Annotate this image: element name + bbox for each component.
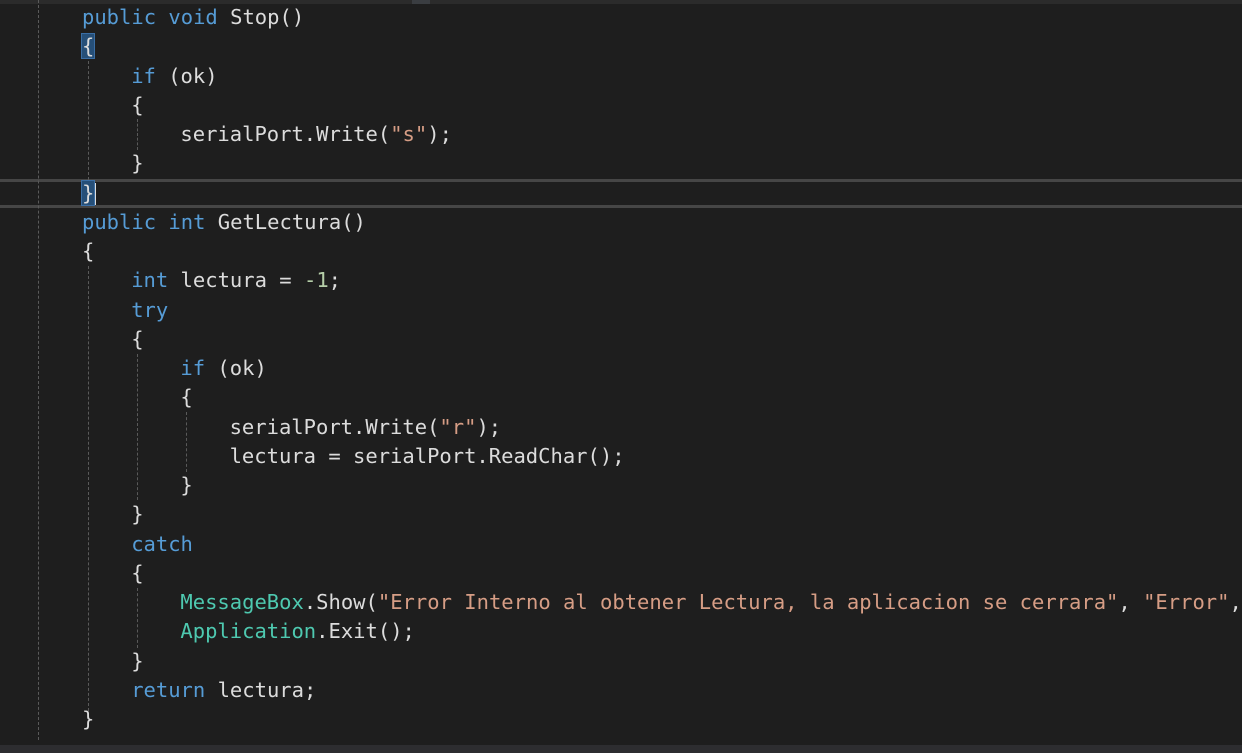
code-line[interactable]: if (ok) xyxy=(180,354,266,383)
code-token: serialPort.Write( xyxy=(180,122,391,146)
code-token: if xyxy=(180,356,206,380)
code-token: if xyxy=(131,63,156,88)
code-token: (ok) xyxy=(155,63,218,88)
code-line[interactable]: return lectura; xyxy=(131,676,316,705)
code-line[interactable]: public void Stop() xyxy=(82,3,304,32)
code-line[interactable]: if (ok) xyxy=(131,62,217,91)
scroll-marker xyxy=(412,0,430,4)
code-token: catch xyxy=(131,531,193,556)
code-line[interactable]: } xyxy=(131,647,143,676)
code-line[interactable]: int lectura = -1; xyxy=(131,266,341,295)
code-token: public xyxy=(82,209,157,234)
code-token: int xyxy=(168,209,206,234)
code-line[interactable]: public int GetLectura() xyxy=(82,208,366,237)
code-line[interactable]: MessageBox.Show("Error Interno al obtene… xyxy=(180,588,1241,617)
code-line[interactable]: lectura = serialPort.ReadChar(); xyxy=(230,442,625,471)
code-token: { xyxy=(131,560,144,585)
indent-guide xyxy=(137,588,138,648)
code-token: serialPort.Write( xyxy=(229,414,440,439)
outline-margin-guide xyxy=(38,0,39,740)
matching-brace: { xyxy=(80,33,96,60)
code-line[interactable]: { xyxy=(80,32,96,61)
code-token: } xyxy=(131,151,144,176)
code-token: , xyxy=(1118,590,1144,614)
code-line[interactable]: } xyxy=(80,179,97,208)
code-line[interactable]: { xyxy=(131,559,143,588)
code-token: try xyxy=(131,297,169,322)
code-token: } xyxy=(82,707,95,731)
indent-guide xyxy=(137,119,138,150)
indent-guide xyxy=(137,354,138,500)
code-token: Stop() xyxy=(217,5,305,29)
code-token: { xyxy=(82,239,95,263)
code-token: { xyxy=(131,326,144,351)
code-token: void xyxy=(168,5,218,29)
code-line[interactable]: { xyxy=(131,325,143,354)
code-token: -1 xyxy=(303,268,329,293)
code-token: lectura = xyxy=(168,268,304,293)
code-token: MessageBox xyxy=(180,590,304,614)
code-line[interactable]: } xyxy=(180,471,192,500)
code-line[interactable]: serialPort.Write("s"); xyxy=(180,120,452,149)
code-editor[interactable]: public void Stop(){if (ok){serialPort.Wr… xyxy=(0,0,1242,753)
code-token: { xyxy=(131,92,144,117)
code-token: "r" xyxy=(439,414,477,439)
horizontal-scrollbar[interactable] xyxy=(0,745,1242,753)
code-line[interactable]: { xyxy=(82,237,94,266)
current-line-highlight xyxy=(0,179,1242,208)
code-token: GetLectura() xyxy=(205,209,366,234)
code-token: ); xyxy=(427,122,452,146)
code-token: int xyxy=(131,268,169,293)
indent-guide xyxy=(186,412,187,472)
code-line[interactable]: } xyxy=(131,149,143,178)
code-token: , xyxy=(1229,590,1242,614)
code-token: lectura = serialPort.ReadChar(); xyxy=(229,443,625,468)
code-line[interactable]: } xyxy=(82,705,94,734)
code-line[interactable]: { xyxy=(131,91,143,120)
code-line[interactable]: try xyxy=(131,296,168,325)
code-token: .Exit(); xyxy=(316,619,415,644)
code-token: return xyxy=(131,677,206,702)
indent-guide xyxy=(88,266,89,716)
code-line[interactable]: } xyxy=(131,500,143,529)
code-token: } xyxy=(180,473,193,497)
code-token: Application xyxy=(180,619,317,644)
code-token: } xyxy=(131,502,144,527)
code-token: } xyxy=(131,648,144,673)
code-token: { xyxy=(180,385,193,410)
matching-brace: } xyxy=(80,179,96,206)
code-line[interactable]: { xyxy=(180,383,192,412)
code-token: .Show( xyxy=(303,590,378,614)
code-token: "s" xyxy=(390,122,428,146)
code-token: public xyxy=(82,5,157,29)
code-line[interactable]: catch xyxy=(131,530,193,559)
code-line[interactable]: Application.Exit(); xyxy=(180,617,415,646)
code-token: "Error" xyxy=(1143,590,1230,614)
indent-guide xyxy=(88,61,89,180)
code-token: (ok) xyxy=(205,356,267,380)
code-token: lectura; xyxy=(205,677,317,702)
code-line[interactable]: serialPort.Write("r"); xyxy=(230,413,502,442)
code-token: ); xyxy=(476,414,502,439)
text-cursor xyxy=(94,182,97,205)
code-token: "Error Interno al obtener Lectura, la ap… xyxy=(377,590,1119,614)
code-token: ; xyxy=(328,268,342,293)
